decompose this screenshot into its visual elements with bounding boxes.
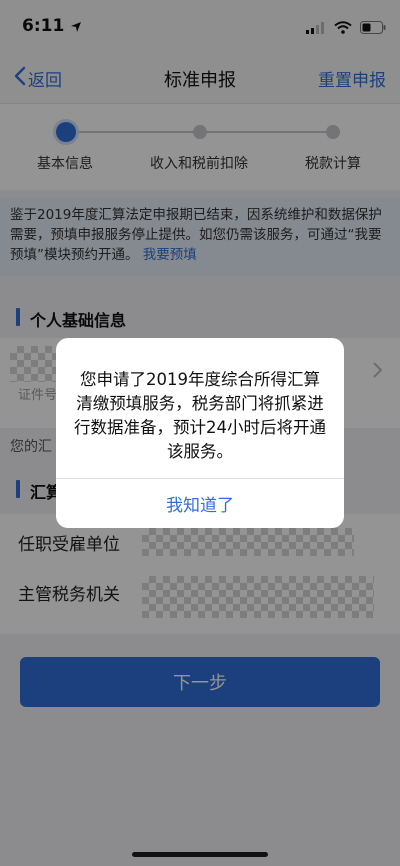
dialog-ok-button[interactable]: 我知道了 [56,479,344,528]
confirmation-dialog: 您申请了2019年度综合所得汇算清缴预填服务，税务部门将抓紧进行数据准备，预计2… [56,338,344,528]
dialog-message: 您申请了2019年度综合所得汇算清缴预填服务，税务部门将抓紧进行数据准备，预计2… [74,370,326,461]
home-indicator[interactable] [132,852,268,857]
